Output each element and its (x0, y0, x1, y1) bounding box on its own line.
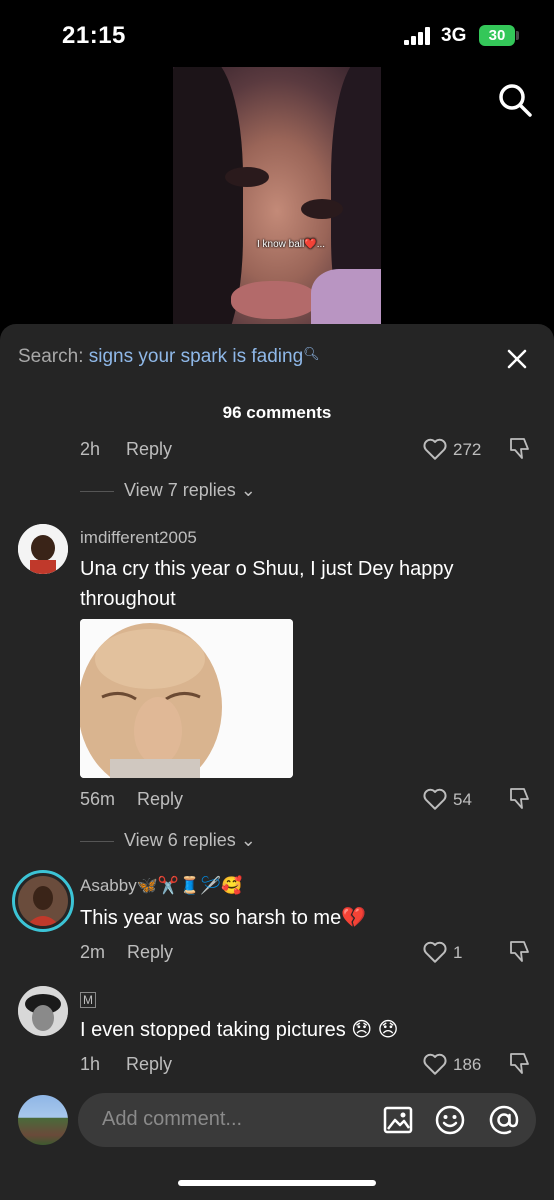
mention-icon[interactable] (488, 1104, 520, 1136)
close-icon[interactable] (506, 348, 528, 370)
dislike-icon[interactable] (507, 786, 531, 812)
current-user-avatar[interactable] (18, 1095, 68, 1145)
like-count: 1 (453, 943, 463, 962)
comment-time: 1h (80, 1054, 101, 1074)
battery-icon (516, 31, 519, 40)
video-caption: I know ball❤️... (257, 239, 326, 250)
search-query-link[interactable]: signs your spark is fading (89, 346, 303, 367)
view-replies-button[interactable]: View 6 replies ⌄ (80, 830, 256, 851)
search-label: Search: (18, 346, 84, 367)
comment-count: 96 comments (222, 403, 332, 422)
reply-button[interactable]: Reply (137, 789, 183, 810)
like-count: 272 (453, 440, 482, 459)
chevron-down-icon: ⌄ (235, 830, 256, 850)
comment-gif-image[interactable] (80, 619, 293, 778)
comment-username[interactable]: M (80, 992, 96, 1008)
avatar[interactable] (18, 986, 68, 1036)
comment-time: 2h (80, 439, 101, 459)
status-time: 21:15 (62, 22, 126, 49)
home-indicator[interactable] (178, 1180, 376, 1186)
image-icon[interactable] (382, 1104, 414, 1136)
heart-icon[interactable] (422, 940, 448, 964)
dislike-icon[interactable] (507, 1051, 531, 1077)
reply-button[interactable]: Reply (126, 439, 172, 460)
video-player[interactable]: I know ball❤️... (173, 67, 381, 329)
comment-time: 2m (80, 942, 106, 962)
reply-button[interactable]: Reply (127, 942, 173, 963)
heart-icon[interactable] (422, 437, 448, 461)
comment-text: Una cry this year o Shuu, I just Dey hap… (80, 558, 454, 610)
dislike-icon[interactable] (507, 939, 531, 965)
signal-icon (404, 27, 436, 45)
dislike-icon[interactable] (507, 436, 531, 462)
comment-username[interactable]: Asabby🦋✂️🧵🪡🥰 (80, 876, 243, 896)
battery-level: 30 (479, 25, 515, 46)
comment-text: I even stopped taking pictures 😞 😞 (80, 1019, 399, 1041)
comments-sheet: Search: signs your spark is fading🔍︎ 96 … (0, 324, 554, 1200)
like-count: 54 (453, 790, 472, 809)
comment-time: 56m (80, 789, 116, 809)
network-type: 3G (441, 25, 467, 46)
search-icon: 🔍︎ (303, 346, 320, 361)
status-bar: 21:15 3G 30 (0, 0, 554, 66)
reply-button[interactable]: Reply (126, 1054, 172, 1075)
add-comment-placeholder: Add comment... (102, 1108, 243, 1130)
emoji-icon[interactable] (434, 1104, 466, 1136)
search-icon[interactable] (497, 82, 533, 118)
add-comment-input[interactable]: Add comment... (78, 1093, 536, 1147)
comment-search-bar[interactable]: Search: signs your spark is fading🔍︎ (18, 346, 320, 368)
view-replies-label: View 7 replies (124, 480, 236, 500)
view-replies-label: View 6 replies (124, 830, 236, 850)
comment-username[interactable]: imdifferent2005 (80, 528, 197, 548)
heart-icon[interactable] (422, 787, 448, 811)
comment-text: This year was so harsh to me💔 (80, 907, 367, 929)
chevron-down-icon: ⌄ (235, 480, 256, 500)
avatar[interactable] (18, 524, 68, 574)
avatar[interactable] (12, 870, 74, 932)
like-count: 186 (453, 1055, 482, 1074)
heart-icon[interactable] (422, 1052, 448, 1076)
view-replies-button[interactable]: View 7 replies ⌄ (80, 480, 256, 501)
